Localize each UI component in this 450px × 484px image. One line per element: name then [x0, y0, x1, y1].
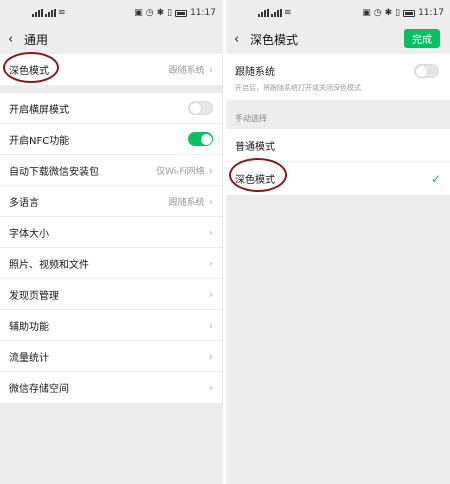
chevron-right-icon: › [208, 349, 213, 363]
settings-row[interactable]: 微信存储空间 › [0, 372, 222, 403]
settings-row[interactable]: 自动下载微信安装包 仅Wi-Fi网络 › [0, 155, 222, 186]
status-icons-right: ▣ ◷ ✱ ▯ 11:17 [134, 8, 216, 18]
status-icons-left: ≋ [232, 8, 362, 18]
settings-row-label: 发现页管理 [9, 290, 59, 302]
chevron-right-icon: › [208, 163, 213, 177]
settings-row[interactable]: 开启NFC功能 [0, 124, 222, 155]
nfc-icon: ▣ [362, 8, 371, 18]
chevron-right-icon: › [208, 225, 213, 239]
signal-icon [32, 9, 43, 17]
battery-icon [175, 9, 188, 17]
settings-row[interactable]: 流量统计 › [0, 341, 222, 372]
chevron-right-icon: › [208, 381, 213, 394]
alarm-icon: ◷ [145, 8, 154, 18]
settings-row-label: 微信存储空间 [9, 384, 69, 395]
chevron-right-icon: › [208, 318, 213, 332]
battery-icon [403, 9, 416, 17]
settings-row-label: 自动下载微信安装包 [9, 166, 99, 178]
settings-row[interactable]: 发现页管理 › [0, 279, 222, 310]
settings-row[interactable]: 字体大小 › [0, 217, 222, 248]
settings-row[interactable]: 多语言 跟随系统 › [0, 186, 222, 217]
status-bar: ≋ ▣ ◷ ✱ ▯ 11:17 [226, 0, 450, 26]
follow-system-toggle[interactable] [414, 64, 439, 78]
settings-row-label: 开启NFC功能 [9, 135, 70, 147]
chevron-right-icon: › [208, 287, 213, 301]
vibrate-icon: ▯ [395, 8, 401, 18]
chevron-right-icon: › [208, 194, 213, 208]
signal-icon [258, 9, 269, 17]
mode-options: 普通模式深色模式 ✓ [226, 129, 450, 195]
mode-option-label: 普通模式 [235, 141, 275, 153]
bluetooth-icon: ✱ [156, 8, 165, 18]
status-icons-right: ▣ ◷ ✱ ▯ 11:17 [362, 8, 444, 18]
chevron-right-icon: › [208, 63, 213, 76]
general-settings-screen: ≋ ▣ ◷ ✱ ▯ 11:17 ‹ 通用 深色模式 跟随系统 › 开启横屏模式开… [0, 0, 223, 484]
mode-option-label: 深色模式 [235, 175, 275, 186]
settings-row[interactable]: 辅助功能 › [0, 310, 222, 341]
manual-select-header: 手动选择 [235, 114, 267, 123]
mode-option[interactable]: 普通模式 [226, 129, 450, 162]
chevron-right-icon: › [208, 256, 213, 270]
settings-row-label: 开启横屏模式 [9, 104, 69, 116]
checkmark-icon: ✓ [430, 171, 441, 186]
dark-mode-group: 深色模式 跟随系统 › [0, 54, 222, 85]
wifi-icon: ≋ [58, 8, 66, 18]
bluetooth-icon: ✱ [384, 8, 393, 18]
alarm-icon: ◷ [373, 8, 382, 18]
page-title: 深色模式 [250, 32, 299, 47]
follow-system-label: 跟随系统 [235, 67, 275, 78]
toggle-switch[interactable] [188, 132, 213, 146]
settings-row-label: 流量统计 [9, 352, 49, 364]
status-time: 11:17 [418, 8, 444, 18]
settings-row[interactable]: 照片、视频和文件 › [0, 248, 222, 279]
follow-system-row: 跟随系统 开启后，将跟随系统打开或关闭深色模式 [226, 54, 450, 100]
signal-icon [271, 9, 282, 17]
nav-bar: ‹ 深色模式 完成 [226, 26, 450, 52]
vibrate-icon: ▯ [167, 8, 173, 18]
dark-mode-screen: ≋ ▣ ◷ ✱ ▯ 11:17 ‹ 深色模式 完成 跟随系统 开启后，将跟随系统… [226, 0, 450, 484]
settings-row[interactable]: 开启横屏模式 [0, 93, 222, 124]
dark-mode-label: 深色模式 [9, 66, 49, 77]
status-icons-left: ≋ [6, 8, 134, 18]
settings-row-value: 仅Wi-Fi网络 [156, 166, 205, 177]
follow-system-desc: 开启后，将跟随系统打开或关闭深色模式 [235, 84, 361, 92]
back-arrow-icon[interactable]: ‹ [234, 32, 250, 47]
dark-mode-value: 跟随系统 [168, 66, 205, 76]
status-time: 11:17 [190, 8, 216, 18]
done-button[interactable]: 完成 [404, 29, 440, 48]
nfc-icon: ▣ [134, 8, 143, 18]
dark-mode-row[interactable]: 深色模式 跟随系统 › [0, 54, 222, 85]
settings-row-label: 多语言 [9, 197, 39, 209]
nav-bar: ‹ 通用 [0, 26, 222, 52]
back-arrow-icon[interactable]: ‹ [8, 32, 24, 47]
settings-row-label: 辅助功能 [9, 321, 49, 333]
status-bar: ≋ ▣ ◷ ✱ ▯ 11:17 [0, 0, 222, 26]
settings-row-value: 跟随系统 [168, 197, 205, 208]
settings-row-label: 字体大小 [9, 228, 49, 240]
wifi-icon: ≋ [284, 8, 292, 18]
settings-list: 开启横屏模式 开启NFC功能 自动下载微信安装包 仅Wi-Fi网络 › 多语言 跟随系统 › 字… [0, 93, 222, 403]
page-title: 通用 [24, 32, 49, 47]
mode-option[interactable]: 深色模式 ✓ [226, 162, 450, 195]
signal-icon [45, 9, 56, 17]
toggle-switch[interactable] [188, 101, 213, 115]
settings-row-label: 照片、视频和文件 [9, 259, 89, 271]
